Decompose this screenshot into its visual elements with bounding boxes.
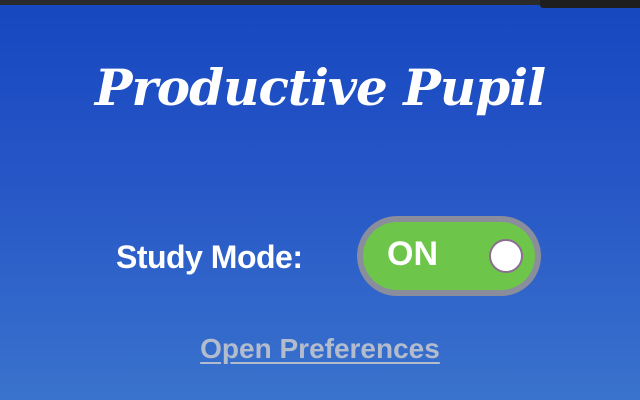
open-preferences-link[interactable]: Open Preferences <box>0 333 640 365</box>
window-top-edge-tab <box>540 0 640 8</box>
study-mode-toggle[interactable]: ON <box>357 216 541 296</box>
study-mode-label: Study Mode: <box>116 239 303 275</box>
app-title: Productive Pupil <box>94 58 546 117</box>
toggle-state-text: ON <box>387 235 438 273</box>
toggle-track: ON <box>363 222 535 290</box>
toggle-knob <box>489 239 523 273</box>
